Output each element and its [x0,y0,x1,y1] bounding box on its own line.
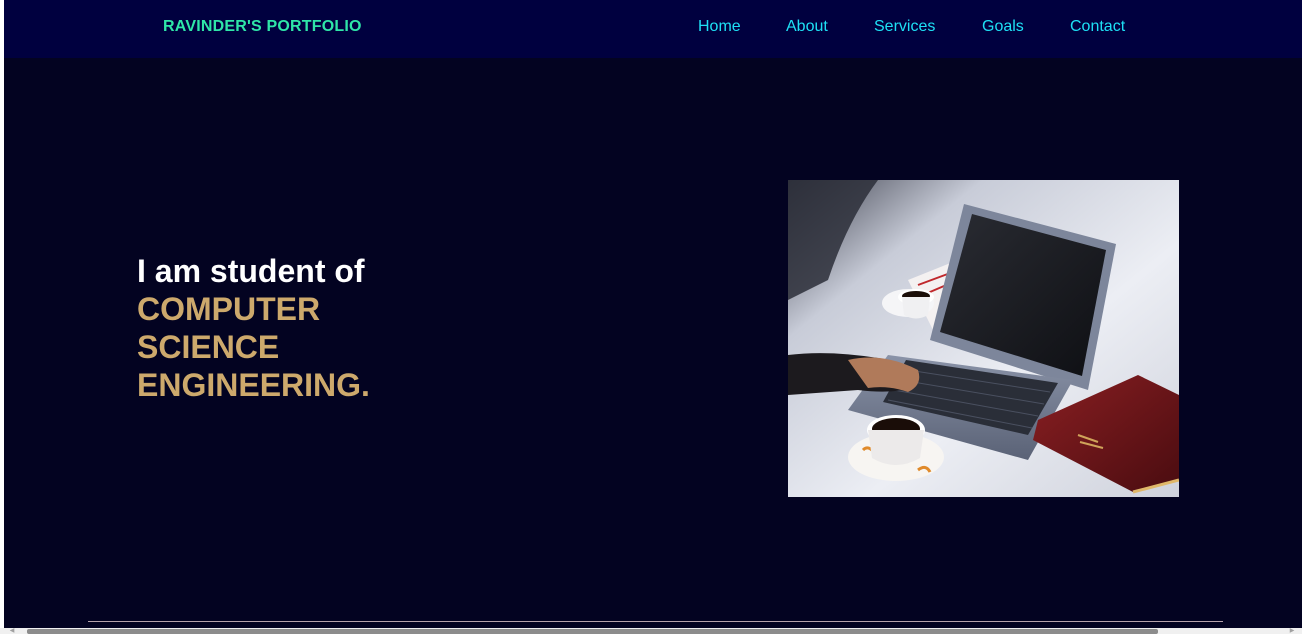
main-nav: Home About Services Goals Contact [4,18,1302,38]
hero-heading: I am student of COMPUTER SCIENCE ENGINEE… [137,252,370,404]
navbar: RAVINDER'S PORTFOLIO Home About Services… [4,0,1302,58]
nav-services[interactable]: Services [874,18,935,36]
hero-field-line3: ENGINEERING. [137,367,370,403]
nav-contact[interactable]: Contact [1070,18,1125,36]
footer-divider [88,621,1223,622]
laptop-coffee-photo-icon [788,180,1179,497]
nav-home[interactable]: Home [698,18,741,36]
nav-about[interactable]: About [786,18,828,36]
scroll-right-arrow-icon[interactable]: ▶ [1286,628,1298,634]
scroll-left-arrow-icon[interactable]: ◀ [6,628,18,634]
hero-field-line1: COMPUTER [137,291,321,327]
nav-goals[interactable]: Goals [982,18,1024,36]
hero-lead: I am student of [137,253,365,289]
scrollbar-thumb[interactable] [27,629,1158,634]
page: RAVINDER'S PORTFOLIO Home About Services… [4,0,1302,628]
horizontal-scrollbar[interactable]: ◀ ▶ [0,628,1302,634]
hero-image [788,180,1179,497]
hero-field-line2: SCIENCE [137,329,280,365]
